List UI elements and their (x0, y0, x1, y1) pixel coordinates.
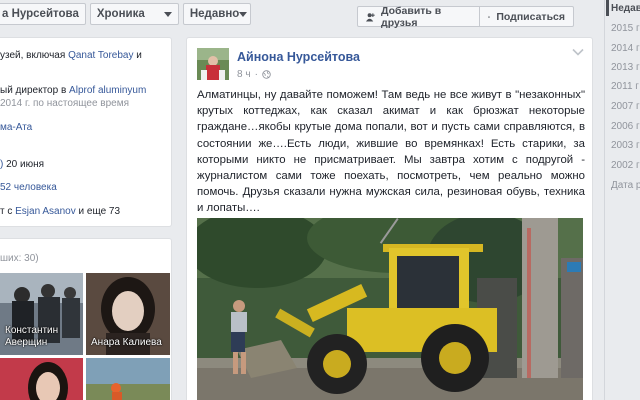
year-item-birth[interactable]: Дата р (611, 180, 640, 191)
year-item-recent[interactable]: Недав (611, 3, 640, 14)
friend-tile[interactable]: Анара Калиева (86, 273, 170, 355)
add-friend-icon (366, 12, 375, 22)
post-card: Айнона Нурсейтова 8 ч · Алматинцы, ну да… (186, 37, 593, 400)
post-photo[interactable] (197, 218, 583, 400)
add-friend-label: Добавить в друзья (381, 4, 442, 29)
post-options-chevron-icon[interactable] (572, 48, 584, 56)
friends-count: ших: 30) (0, 253, 39, 264)
timeline-header-bar: а Нурсейтова Хроника Недавно (0, 3, 255, 27)
intro-mutual-line: т с Esjan Asanov и еще 73 (0, 206, 120, 217)
friend-tile[interactable] (86, 358, 170, 400)
year-item[interactable]: 2013 г (611, 62, 640, 73)
friend-link[interactable]: Qanat Torebay (68, 50, 133, 61)
year-navigation: Недав 2015 г 2014 г 2013 г 2011 г 2007 г… (604, 0, 640, 400)
recent-dropdown[interactable]: Недавно (182, 3, 251, 25)
mutual-friend-link[interactable]: Esjan Asanov (15, 206, 76, 217)
chronicle-label: Хроника (96, 8, 145, 20)
profile-actions: Добавить в друзья Подписаться (357, 4, 574, 29)
friend-name: Анара Калиева (91, 337, 162, 348)
year-item[interactable]: 2006 г (611, 121, 640, 132)
intro-work-dates: 2014 г. по настоящее время (0, 98, 129, 109)
year-item[interactable]: 2007 г (611, 101, 640, 112)
profile-name-label: а Нурсейтова (2, 8, 79, 20)
year-item[interactable]: 2002 г (611, 160, 640, 171)
year-item[interactable]: 2003 г (611, 140, 640, 151)
intro-text: т с (0, 206, 16, 217)
intro-text: и еще 73 (75, 206, 121, 217)
intro-work-line: ый директор в Alprof aluminyum (0, 85, 146, 96)
friend-name: Константин Аверщин (5, 325, 59, 348)
add-friend-button[interactable]: Добавить в друзья (357, 4, 480, 29)
intro-date-line: ) 20 июня (0, 159, 44, 170)
intro-text: 20 июня (3, 159, 45, 170)
globe-icon[interactable] (262, 70, 271, 79)
intro-followers-line: 52 человека (0, 182, 57, 193)
post-meta: 8 ч · (237, 69, 271, 80)
friend-tile[interactable]: Константин Аверщин (0, 273, 83, 355)
followers-link[interactable]: 52 человека (0, 182, 57, 193)
intro-city-line: ма-Ата (0, 122, 32, 133)
separator-dot: · (254, 69, 258, 80)
avatar-image (197, 48, 229, 80)
intro-text: и (133, 50, 142, 61)
profile-name-button[interactable]: а Нурсейтова (0, 3, 86, 25)
recent-label: Недавно (189, 8, 240, 20)
current-section-indicator (606, 0, 609, 16)
year-item[interactable]: 2015 г (611, 23, 640, 34)
year-item[interactable]: 2014 г (611, 43, 640, 54)
company-link[interactable]: Alprof aluminyum (69, 85, 146, 96)
friends-card: ших: 30) Константин Аверщин Анара Калиев… (0, 238, 172, 400)
intro-friends-line: узей, включая Qanat Torebay и (0, 50, 142, 61)
post-author[interactable]: Айнона Нурсейтова (237, 50, 360, 64)
post-text: Алматинцы, ну давайте поможем! Там ведь … (197, 89, 585, 215)
chevron-down-icon (239, 11, 248, 17)
chronicle-dropdown[interactable]: Хроника (89, 3, 179, 25)
subscribe-button[interactable]: Подписаться (480, 6, 574, 27)
work-dates-text: 2014 г. по настоящее время (0, 98, 130, 109)
friend-tile[interactable] (0, 358, 83, 400)
author-avatar[interactable] (197, 48, 229, 80)
friend-photo (86, 358, 170, 400)
intro-text: ый директор в (0, 85, 70, 96)
rss-icon (488, 15, 491, 18)
intro-card: узей, включая Qanat Torebay и ый директо… (0, 37, 172, 227)
excavator-photo (197, 218, 583, 400)
post-time[interactable]: 8 ч (237, 69, 251, 80)
friend-photo (0, 358, 83, 400)
intro-text: узей, включая (0, 50, 69, 61)
subscribe-label: Подписаться (496, 10, 565, 23)
year-item[interactable]: 2011 г (611, 81, 639, 92)
city-link[interactable]: ма-Ата (0, 122, 32, 133)
chevron-down-icon (163, 11, 172, 17)
